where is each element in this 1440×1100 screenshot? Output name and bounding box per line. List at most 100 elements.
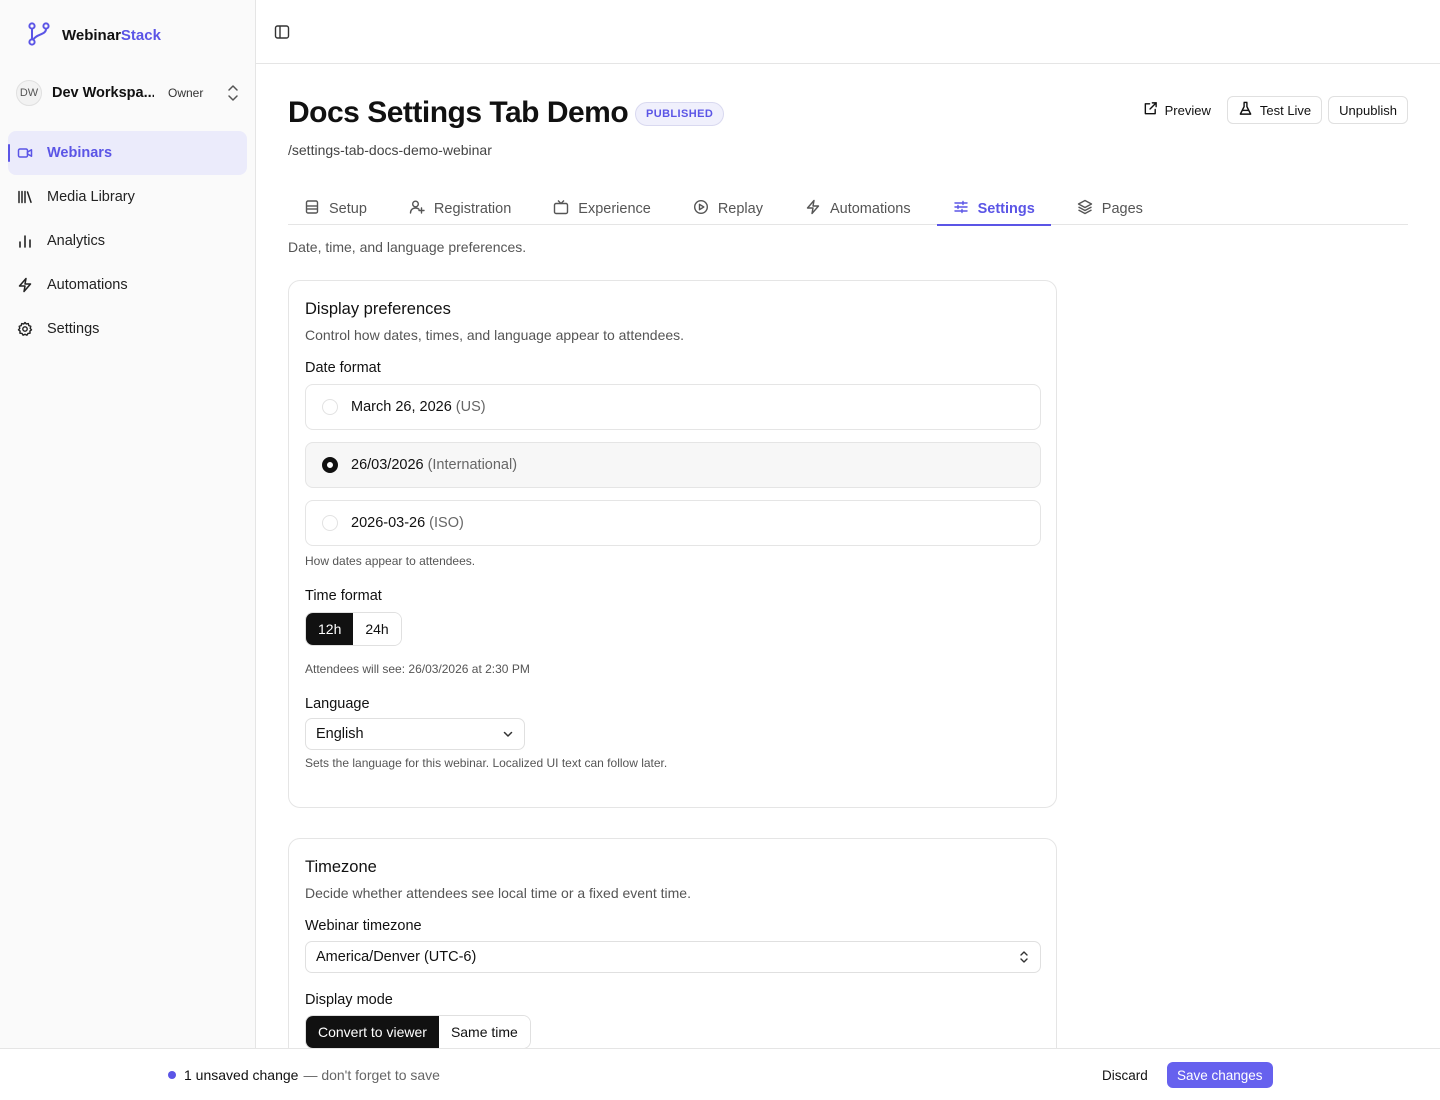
time-format-toggle: 12h 24h (305, 612, 402, 646)
sidebar-item-media-library[interactable]: Media Library (8, 175, 247, 219)
test-live-button[interactable]: Test Live (1226, 96, 1323, 124)
timezone-value: America/Denver (UTC-6) (316, 949, 477, 965)
status-badge: PUBLISHED (635, 102, 725, 126)
tab-settings[interactable]: Settings (936, 192, 1051, 226)
tab-bar: Setup Registration Experience Replay Aut… (288, 192, 1408, 226)
unpublish-button[interactable]: Unpublish (1328, 96, 1408, 124)
library-icon (17, 189, 33, 205)
option-value: 26/03/2026 (351, 457, 424, 473)
gear-icon (17, 321, 33, 337)
sidebar-item-webinars[interactable]: Webinars (8, 131, 247, 175)
header-actions: Preview Test Live Unpublish (1132, 96, 1408, 124)
preview-label: Preview (1164, 102, 1211, 118)
branch-logo-icon (26, 21, 52, 50)
page-slug: /settings-tab-docs-demo-webinar (288, 142, 492, 158)
date-format-option-us[interactable]: March 26, 2026 (US) (305, 384, 1041, 430)
unpublish-label: Unpublish (1339, 102, 1397, 118)
sidebar-toggle-icon[interactable] (274, 24, 290, 43)
time-format-12h[interactable]: 12h (306, 613, 354, 645)
sidebar: WebinarStack DW Dev Workspa... Owner Web… (0, 0, 256, 1100)
sidebar-item-automations[interactable]: Automations (8, 263, 247, 307)
zap-icon (805, 199, 821, 219)
page-title: Docs Settings Tab Demo (288, 96, 629, 129)
date-format-option-international[interactable]: 26/03/2026 (International) (305, 442, 1041, 488)
display-mode-convert[interactable]: Convert to viewer (306, 1016, 439, 1048)
time-format-preview: Attendees will see: 26/03/2026 at 2:30 P… (305, 662, 530, 676)
timezone-select[interactable]: America/Denver (UTC-6) (305, 941, 1041, 973)
card-title: Display preferences (305, 300, 451, 318)
bar-chart-icon (17, 233, 33, 249)
display-preferences-card: Display preferences Control how dates, t… (288, 280, 1057, 808)
tab-label: Registration (433, 200, 512, 217)
option-hint: (International) (427, 457, 518, 473)
card-description: Decide whether attendees see local time … (305, 885, 691, 901)
brand-logo[interactable]: WebinarStack (26, 21, 161, 50)
webinar-timezone-label: Webinar timezone (305, 918, 422, 934)
tab-registration[interactable]: Registration (393, 192, 527, 225)
unsaved-changes-bar: 1 unsaved change — don't forget to save … (0, 1048, 1440, 1100)
display-mode-same-time[interactable]: Same time (438, 1016, 530, 1048)
status-dot (168, 1071, 176, 1079)
tab-label: Experience (578, 200, 651, 217)
discard-button[interactable]: Discard (1093, 1062, 1157, 1088)
top-bar (256, 0, 1440, 64)
language-value: English (316, 726, 364, 742)
card-title: Timezone (305, 858, 377, 876)
date-format-label: Date format (305, 360, 381, 376)
workspace-role: Owner (168, 86, 204, 100)
tab-label: Pages (1101, 200, 1143, 217)
tab-label: Automations (829, 200, 911, 217)
radio-button[interactable] (322, 399, 338, 415)
tab-description: Date, time, and language preferences. (288, 239, 527, 255)
tv-icon (553, 199, 569, 219)
language-help: Sets the language for this webinar. Loca… (305, 756, 668, 770)
sidebar-item-label: Automations (47, 277, 128, 293)
card-description: Control how dates, times, and language a… (305, 327, 685, 343)
save-changes-button[interactable]: Save changes (1167, 1062, 1273, 1088)
test-live-label: Test Live (1259, 102, 1312, 118)
sidebar-item-label: Analytics (47, 233, 106, 249)
brand-name: WebinarStack (62, 27, 161, 44)
sidebar-item-label: Settings (47, 321, 100, 337)
date-format-option-iso[interactable]: 2026-03-26 (ISO) (305, 500, 1041, 546)
option-value: March 26, 2026 (351, 399, 452, 415)
date-format-help: How dates appear to attendees. (305, 554, 476, 568)
workspace-switcher[interactable]: DW Dev Workspa... Owner (16, 80, 244, 106)
radio-button-selected[interactable] (322, 457, 338, 473)
option-value: 2026-03-26 (351, 515, 426, 531)
display-mode-label: Display mode (305, 992, 393, 1008)
tab-setup[interactable]: Setup (288, 192, 383, 225)
unsaved-indicator: 1 unsaved change — don't forget to save (168, 1067, 440, 1083)
chevrons-up-down-icon (1018, 950, 1030, 968)
layers-icon (1077, 199, 1093, 219)
sidebar-item-analytics[interactable]: Analytics (8, 219, 247, 263)
option-hint: (US) (455, 399, 486, 415)
radio-button[interactable] (322, 515, 338, 531)
display-mode-toggle: Convert to viewer Same time (305, 1015, 531, 1049)
workspace-avatar: DW (16, 80, 42, 106)
sidebar-nav: Webinars Media Library Analytics Automat… (8, 131, 247, 351)
tab-label: Settings (977, 200, 1035, 217)
tab-replay[interactable]: Replay (677, 192, 779, 225)
language-label: Language (305, 696, 370, 712)
tab-automations[interactable]: Automations (789, 192, 927, 225)
time-format-label: Time format (305, 588, 382, 604)
chevron-down-icon (502, 728, 514, 744)
workspace-name: Dev Workspa... (52, 85, 154, 101)
tab-label: Replay (717, 200, 763, 217)
sidebar-item-label: Webinars (47, 145, 113, 161)
user-plus-icon (409, 199, 425, 219)
preview-button[interactable]: Preview (1132, 96, 1221, 124)
tab-label: Setup (329, 200, 367, 217)
sidebar-item-settings[interactable]: Settings (8, 307, 247, 351)
tab-experience[interactable]: Experience (537, 192, 667, 225)
external-link-icon (1143, 101, 1158, 119)
tab-pages[interactable]: Pages (1061, 192, 1159, 225)
time-format-24h[interactable]: 24h (353, 613, 401, 645)
language-select[interactable]: English (305, 718, 525, 750)
video-icon (17, 145, 33, 161)
zap-icon (17, 277, 33, 293)
chevrons-up-down-icon[interactable] (226, 84, 240, 105)
play-circle-icon (693, 199, 709, 219)
flask-icon (1238, 101, 1253, 119)
